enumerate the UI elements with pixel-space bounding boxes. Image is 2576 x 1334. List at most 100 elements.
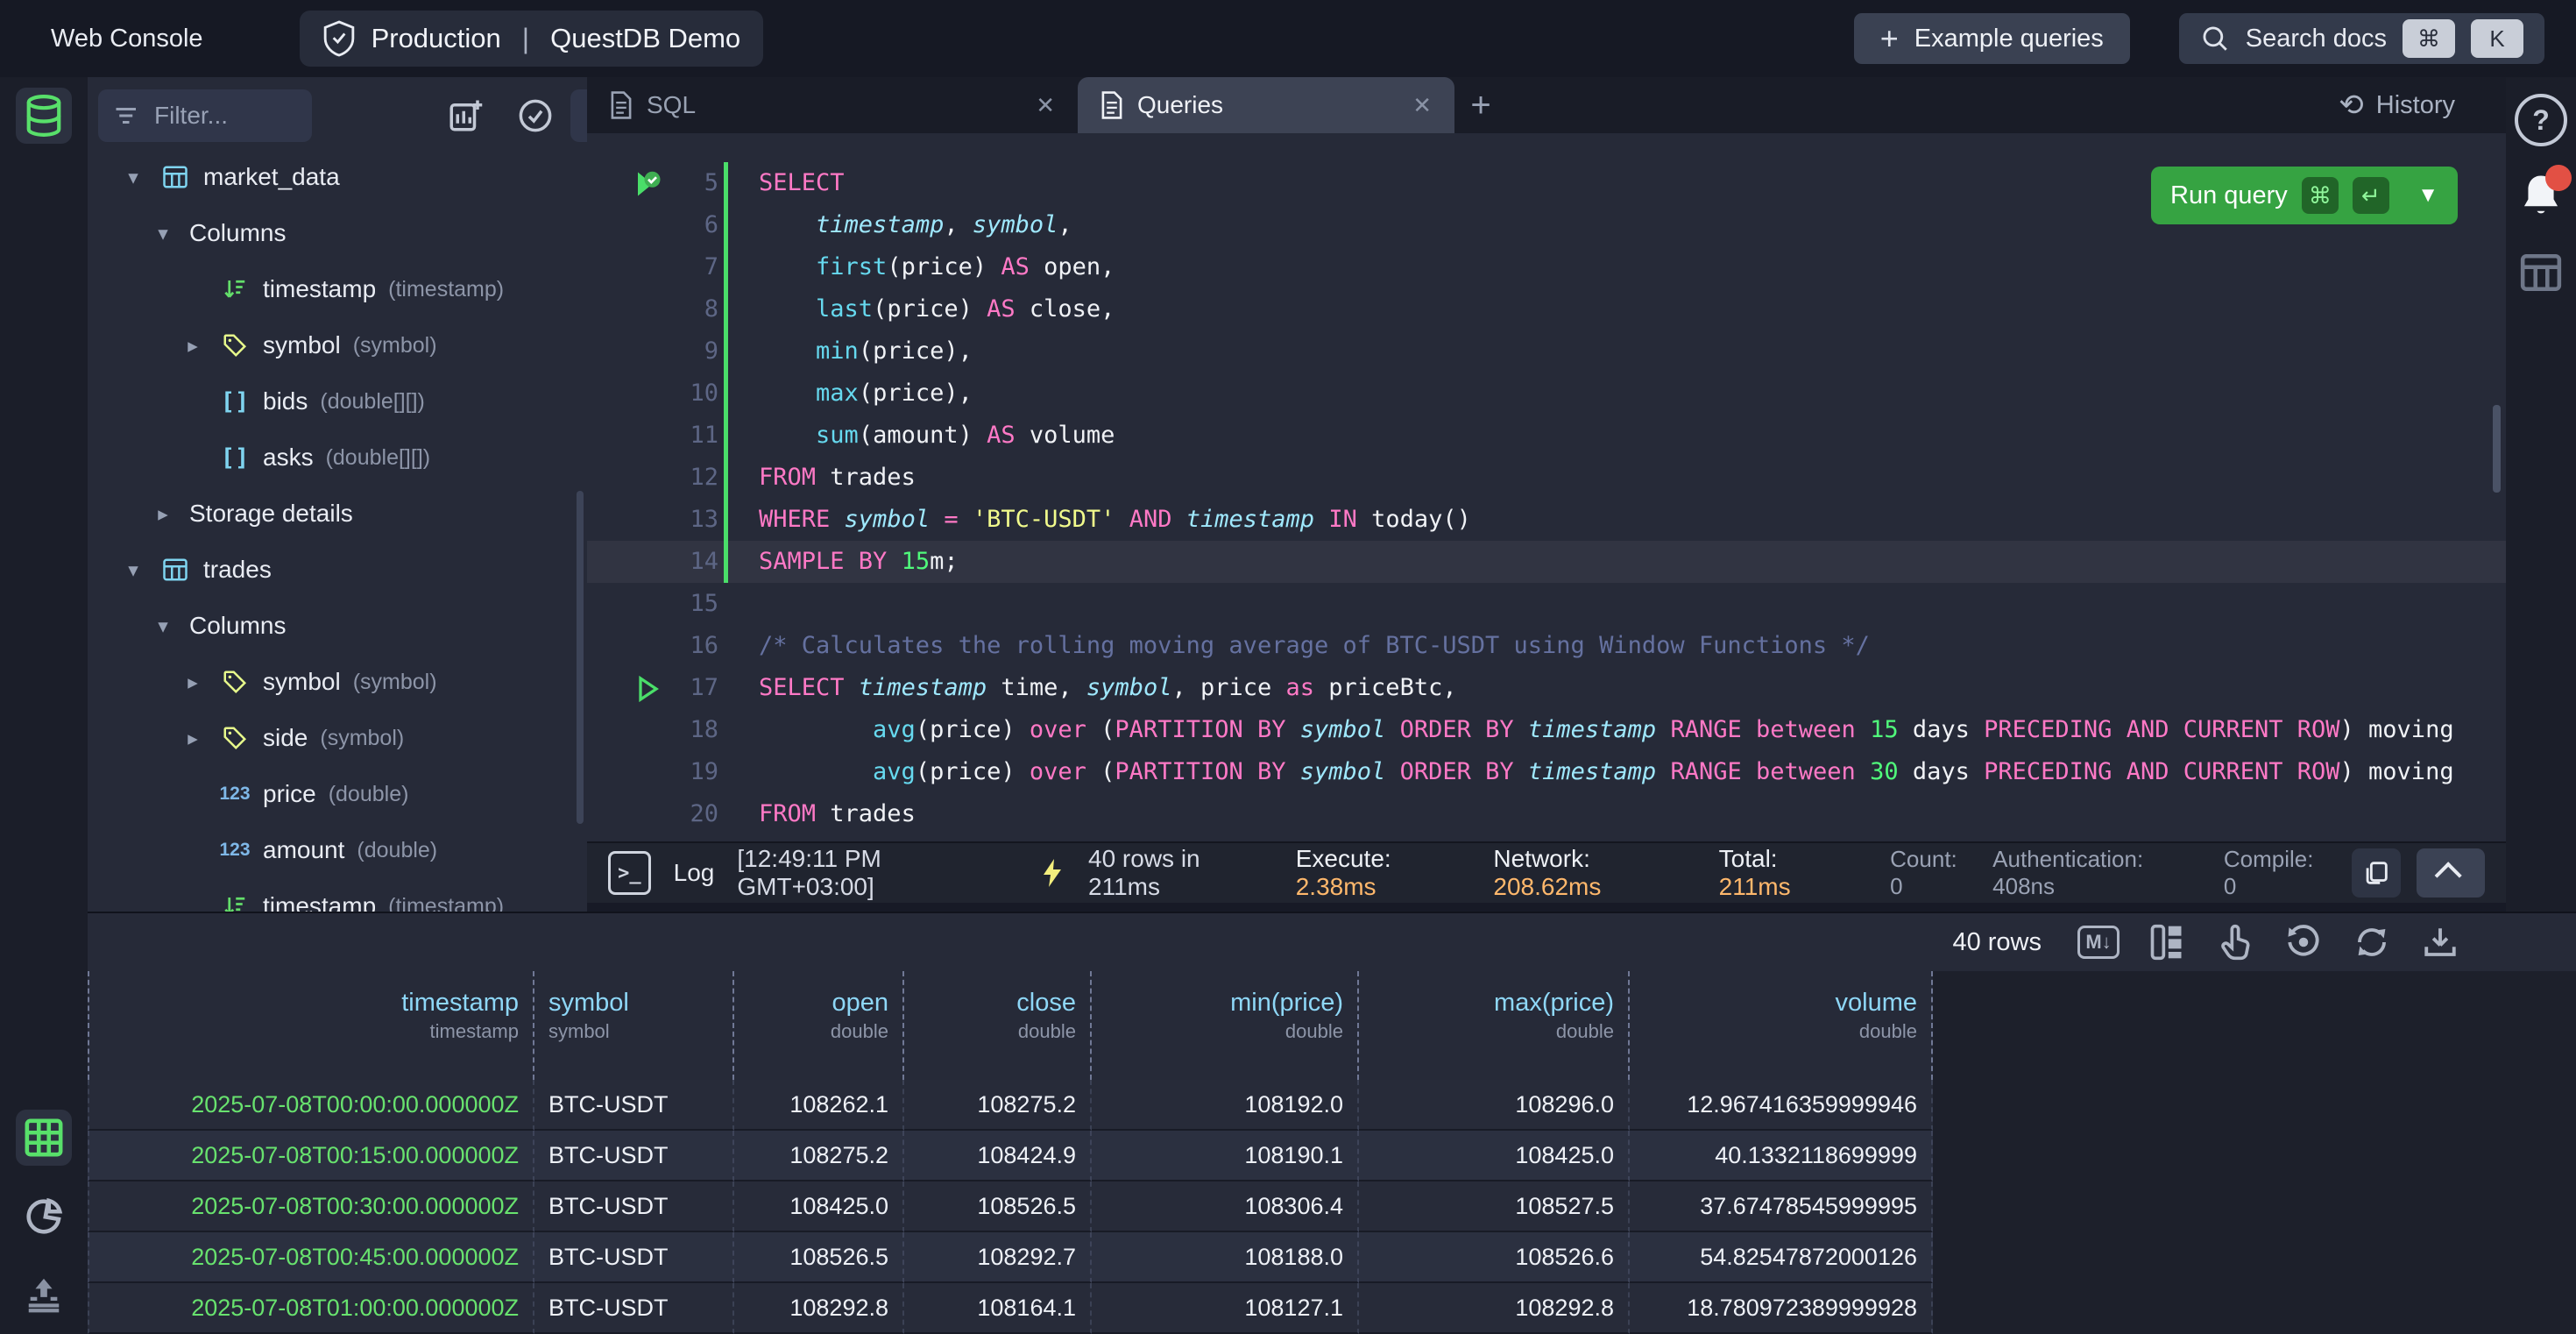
tab-sql[interactable]: SQL ✕ [587,77,1078,133]
refresh-results-button[interactable] [2352,922,2392,962]
copy-log-button[interactable] [2352,848,2401,898]
refresh-schema-button[interactable] [570,89,587,142]
code-line-13[interactable]: 13WHERE symbol = 'BTC-USDT' AND timestam… [587,499,2506,541]
run-query-button[interactable]: Run query ⌘ ↵ ▼ [2151,167,2458,224]
code-line-19[interactable]: 19 avg(price) over (PARTITION BY symbol … [587,751,2506,793]
tables-panel-button[interactable] [16,88,72,144]
table-cell[interactable]: 108188.0 [1092,1232,1359,1283]
tree-item-timestamp[interactable]: timestamp(timestamp) [88,261,587,317]
table-cell[interactable]: BTC-USDT [534,1080,734,1131]
table-cell[interactable]: 108425.0 [1359,1131,1630,1181]
column-header-volume[interactable]: volumedouble [1630,971,1933,1080]
column-header-timestamp[interactable]: timestamptimestamp [88,971,534,1080]
table-cell[interactable]: 108526.5 [734,1232,904,1283]
tree-item-columns[interactable]: ▾Columns [88,598,587,654]
table-cell[interactable]: 12.967416359999946 [1630,1080,1933,1131]
tree-item-storage-details[interactable]: ▸Storage details [88,486,587,542]
table-cell[interactable]: BTC-USDT [534,1181,734,1232]
table-cell[interactable]: 2025-07-08T00:00:00.000000Z [88,1080,534,1131]
tab-queries[interactable]: Queries ✕ [1078,77,1454,133]
table-cell[interactable]: 108190.1 [1092,1131,1359,1181]
code-line-15[interactable]: 15 [587,583,2506,625]
table-cell[interactable]: 108306.4 [1092,1181,1359,1232]
table-row[interactable]: 2025-07-08T01:00:00.000000ZBTC-USDT10829… [88,1283,1933,1334]
table-cell[interactable]: 108164.1 [904,1283,1092,1334]
sidebar-scrollbar[interactable] [577,491,584,824]
code-line-10[interactable]: 10 max(price), [587,373,2506,415]
table-cell[interactable]: 18.780972389999928 [1630,1283,1933,1334]
code-line-9[interactable]: 9 min(price), [587,330,2506,373]
history-button[interactable]: ⟲ History [2339,77,2455,133]
tree-item-market-data[interactable]: ▾market_data [88,149,587,205]
table-cell[interactable]: 2025-07-08T00:15:00.000000Z [88,1131,534,1181]
code-line-16[interactable]: 16/* Calculates the rolling moving avera… [587,625,2506,667]
table-cell[interactable]: 108275.2 [904,1080,1092,1131]
column-header-symbol[interactable]: symbolsymbol [534,971,734,1080]
table-cell[interactable]: 108526.6 [1359,1232,1630,1283]
editor-scrollbar[interactable] [2493,405,2501,493]
table-cell[interactable]: 108292.8 [734,1283,904,1334]
code-line-11[interactable]: 11 sum(amount) AS volume [587,415,2506,457]
code-line-12[interactable]: 12FROM trades [587,457,2506,499]
table-cell[interactable]: 54.82547872000126 [1630,1232,1933,1283]
table-cell[interactable]: 2025-07-08T01:00:00.000000Z [88,1283,534,1334]
chevron-right-icon[interactable]: ▸ [179,671,207,694]
table-row[interactable]: 2025-07-08T00:45:00.000000ZBTC-USDT10852… [88,1232,1933,1283]
new-tab-button[interactable]: + [1454,77,1507,133]
example-queries-button[interactable]: + Example queries [1854,13,2130,64]
table-cell[interactable]: 108424.9 [904,1131,1092,1181]
column-header-close[interactable]: closedouble [904,971,1092,1080]
table-cell[interactable]: 2025-07-08T00:30:00.000000Z [88,1181,534,1232]
table-row[interactable]: 2025-07-08T00:00:00.000000ZBTC-USDT10826… [88,1080,1933,1131]
table-cell[interactable]: 108127.1 [1092,1283,1359,1334]
chevron-down-icon[interactable]: ▾ [149,614,177,638]
tree-item-amount[interactable]: 123amount(double) [88,822,587,878]
tree-item-asks[interactable]: []asks(double[][]) [88,429,587,486]
results-panel-button[interactable] [2506,252,2576,293]
table-row[interactable]: 2025-07-08T00:30:00.000000ZBTC-USDT10842… [88,1181,1933,1232]
tree-item-symbol[interactable]: ▸symbol(symbol) [88,654,587,710]
table-cell[interactable]: 108292.8 [1359,1283,1630,1334]
chevron-down-icon[interactable]: ▾ [119,166,147,189]
table-cell[interactable]: 2025-07-08T00:45:00.000000Z [88,1232,534,1283]
table-cell[interactable]: 108425.0 [734,1181,904,1232]
table-row[interactable]: 2025-07-08T00:15:00.000000ZBTC-USDT10827… [88,1131,1933,1181]
suspended-filter-button[interactable] [507,89,563,142]
chart-view-button[interactable] [16,1189,72,1245]
instance-pill[interactable]: Production | QuestDB Demo [300,11,764,67]
column-header-min-price-[interactable]: min(price)double [1092,971,1359,1080]
notifications-button[interactable] [2506,172,2576,221]
code-line-14[interactable]: 14SAMPLE BY 15m; [587,541,2506,583]
chevron-down-icon[interactable]: ▾ [119,558,147,582]
chevron-down-icon[interactable]: ▾ [149,222,177,245]
pan-grid-button[interactable] [2215,922,2255,962]
tree-item-columns[interactable]: ▾Columns [88,205,587,261]
table-cell[interactable]: 108296.0 [1359,1080,1630,1131]
grid-view-button[interactable] [16,1110,72,1166]
tree-item-timestamp[interactable]: timestamp(timestamp) [88,878,587,912]
filter-input[interactable]: Filter... [98,89,312,142]
collapse-log-button[interactable] [2417,848,2485,898]
search-docs-button[interactable]: Search docs ⌘ K [2179,13,2544,64]
table-cell[interactable]: 108262.1 [734,1080,904,1131]
close-tab-icon[interactable]: ✕ [1036,92,1055,119]
table-cell[interactable]: 108192.0 [1092,1080,1359,1131]
code-line-8[interactable]: 8 last(price) AS close, [587,288,2506,330]
add-matview-button[interactable] [437,89,493,142]
restore-query-button[interactable] [2283,922,2324,962]
tree-item-trades[interactable]: ▾trades [88,542,587,598]
table-cell[interactable]: 108526.5 [904,1181,1092,1232]
table-cell[interactable]: 108275.2 [734,1131,904,1181]
table-cell[interactable]: 40.1332118699999 [1630,1131,1933,1181]
table-cell[interactable]: 108292.7 [904,1232,1092,1283]
column-header-open[interactable]: opendouble [734,971,904,1080]
table-cell[interactable]: 108527.5 [1359,1181,1630,1232]
table-cell[interactable]: 37.67478545999995 [1630,1181,1933,1232]
table-cell[interactable]: BTC-USDT [534,1283,734,1334]
chevron-right-icon[interactable]: ▸ [149,502,177,526]
code-line-17[interactable]: 17SELECT timestamp time, symbol, price a… [587,667,2506,709]
tree-item-price[interactable]: 123price(double) [88,766,587,822]
chevron-right-icon[interactable]: ▸ [179,334,207,358]
tree-item-bids[interactable]: []bids(double[][]) [88,373,587,429]
sql-editor[interactable]: 5SELECT6 timestamp, symbol,7 first(price… [587,133,2506,841]
